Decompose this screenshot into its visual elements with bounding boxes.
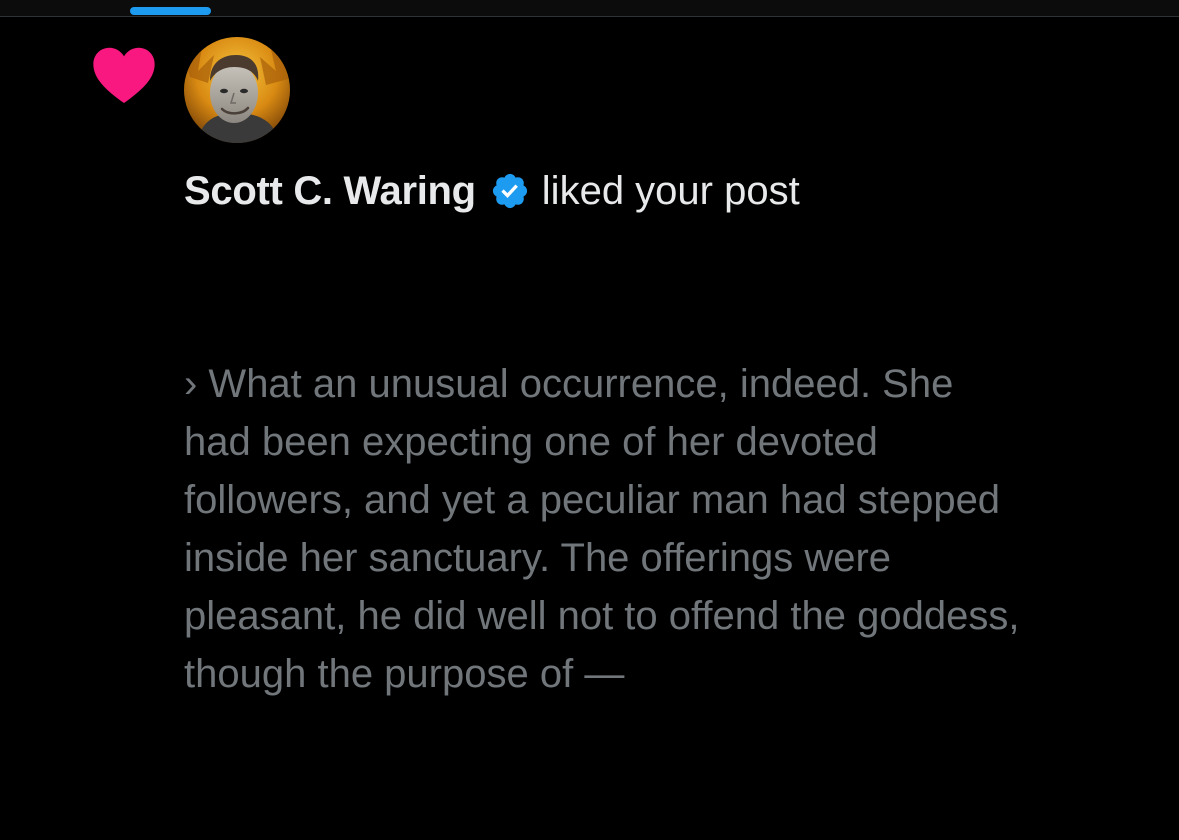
user-name-link[interactable]: Scott C. Waring [184, 169, 476, 214]
post-excerpt[interactable]: › What an unusual occurrence, indeed. Sh… [184, 355, 1144, 703]
avatar-image [184, 37, 290, 143]
top-tab-bar [0, 0, 1179, 17]
heart-icon [93, 47, 155, 103]
verified-badge-icon [492, 173, 527, 209]
like-notification[interactable]: Scott C. Waring liked your post › What a… [0, 17, 1179, 840]
action-text: liked your post [541, 168, 800, 213]
avatar[interactable] [184, 37, 290, 143]
notification-header: Scott C. Waring liked your post [184, 165, 800, 217]
active-tab-indicator [130, 7, 211, 15]
